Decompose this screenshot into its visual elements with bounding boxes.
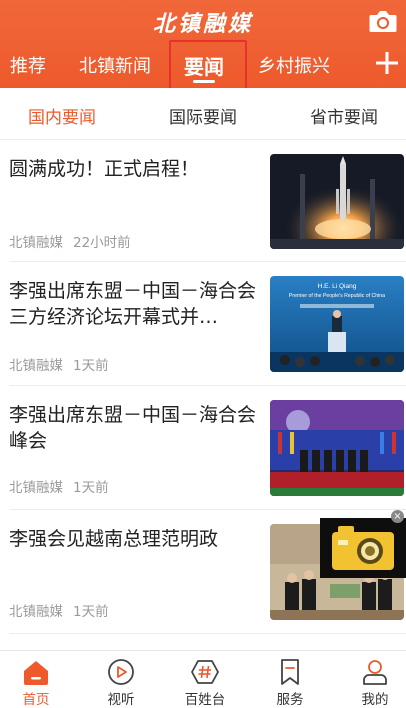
- news-time: 1天前: [73, 604, 109, 620]
- hashtag-icon: [191, 660, 219, 684]
- nav-label: 首页: [22, 692, 50, 708]
- app-logo: 北镇融媒: [152, 11, 253, 37]
- bookmark-icon: [281, 659, 299, 685]
- bottom-navigation: 首页 视听 百姓台 服务 我的: [0, 650, 406, 708]
- news-title: 圆满成功！正式启程！: [9, 158, 200, 180]
- news-source: 北镇融媒: [9, 604, 63, 620]
- floating-ad-camera[interactable]: [320, 518, 406, 578]
- highlight-box: [169, 40, 247, 93]
- tab-beizhen-news[interactable]: 北镇新闻: [79, 52, 151, 78]
- image-caption-title: Premier of the People's Republic of Chin…: [289, 293, 385, 299]
- nav-label: 服务: [276, 692, 304, 708]
- play-icon: [108, 659, 134, 685]
- news-meta: 北镇融媒 1天前: [9, 600, 109, 620]
- news-item[interactable]: 李强出席东盟－中国－海合会峰会 北镇融媒 1天前: [0, 386, 406, 510]
- camera-icon[interactable]: [368, 8, 398, 34]
- tab-rural-revitalization[interactable]: 乡村振兴: [258, 52, 330, 78]
- news-time: 1天前: [73, 358, 109, 374]
- nav-community[interactable]: 百姓台: [175, 651, 235, 708]
- nav-profile[interactable]: 我的: [345, 651, 405, 708]
- home-icon: [24, 661, 48, 685]
- ad-close-icon[interactable]: ×: [391, 510, 404, 523]
- summit-group-photo: [270, 400, 404, 496]
- plus-icon[interactable]: [374, 50, 400, 76]
- image-caption-name: H.E. Li Qiang: [318, 283, 357, 290]
- news-meta: 北镇融媒 22小时前: [9, 231, 131, 251]
- subtab-provincial[interactable]: 省市要闻: [310, 103, 378, 128]
- nav-home[interactable]: 首页: [6, 651, 66, 708]
- tab-recommend[interactable]: 推荐: [10, 52, 46, 78]
- news-time: 22小时前: [73, 235, 131, 251]
- news-item[interactable]: 圆满成功！正式启程！ 北镇融媒 22小时前: [0, 140, 406, 262]
- news-title: 李强出席东盟－中国－海合会峰会: [9, 404, 257, 452]
- nav-label: 我的: [361, 692, 389, 708]
- nav-label: 百姓台: [184, 692, 226, 708]
- news-source: 北镇融媒: [9, 358, 63, 374]
- news-source: 北镇融媒: [9, 235, 63, 251]
- news-source: 北镇融媒: [9, 480, 63, 496]
- forum-speech-photo: H.E. Li Qiang Premier of the People's Re…: [270, 276, 404, 372]
- news-title: 李强出席东盟－中国－海合会三方经济论坛开幕式并…: [9, 280, 257, 328]
- news-meta: 北镇融媒 1天前: [9, 476, 109, 496]
- news-meta: 北镇融媒 1天前: [9, 354, 109, 374]
- nav-services[interactable]: 服务: [260, 651, 320, 708]
- divider: [9, 633, 406, 634]
- nav-label: 视听: [107, 692, 135, 708]
- news-title: 李强会见越南总理范明政: [9, 528, 219, 550]
- rocket-launch-photo: [270, 154, 404, 249]
- subtab-domestic[interactable]: 国内要闻: [28, 103, 96, 128]
- subtab-international[interactable]: 国际要闻: [169, 103, 237, 128]
- subcategory-tabs: 国内要闻 国际要闻 省市要闻: [0, 88, 406, 140]
- news-item[interactable]: 李强出席东盟－中国－海合会三方经济论坛开幕式并… 北镇融媒 1天前 H.E. Li…: [0, 262, 406, 386]
- user-icon: [363, 660, 387, 685]
- nav-video[interactable]: 视听: [91, 651, 151, 708]
- news-time: 1天前: [73, 480, 109, 496]
